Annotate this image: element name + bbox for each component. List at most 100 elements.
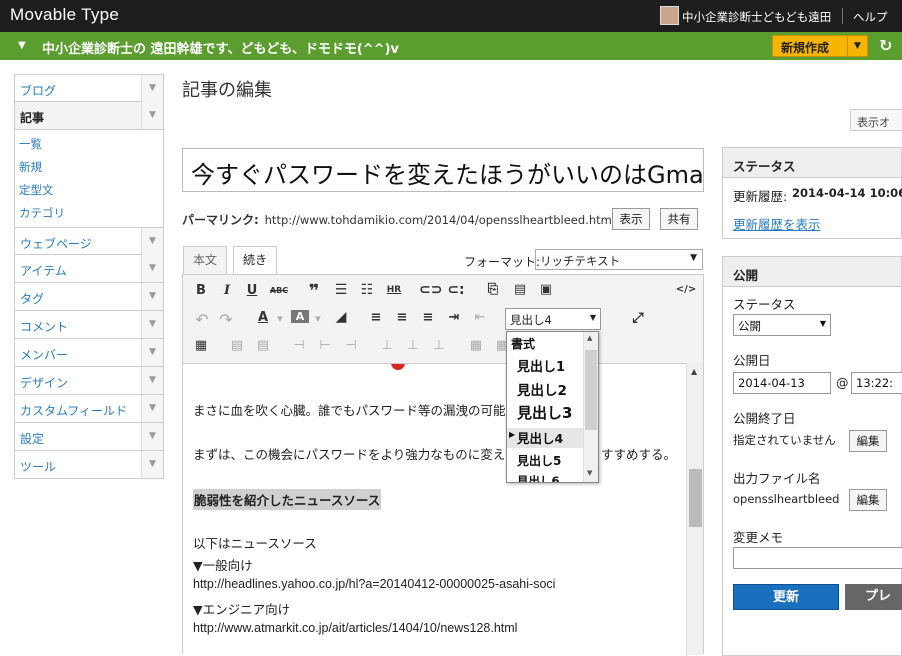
publish-date-input[interactable]: 2014-04-13	[733, 372, 831, 394]
edit-end-date-button[interactable]: 編集	[849, 430, 887, 452]
insert-page-icon[interactable]: ▤	[511, 282, 529, 297]
sidebar-item-comments[interactable]: コメント ▼	[14, 311, 164, 339]
sidebar-item-blog[interactable]: ブログ ▼	[14, 74, 164, 102]
unlink-icon[interactable]: ⊂:	[446, 282, 466, 298]
table-col-delete-icon[interactable]: ⊣	[343, 338, 359, 353]
scroll-up-icon[interactable]: ▲	[691, 367, 697, 376]
chevron-down-icon[interactable]: ▼	[141, 311, 163, 338]
italic-icon[interactable]: I	[219, 283, 235, 298]
memo-input[interactable]	[733, 547, 902, 569]
publish-status-select[interactable]: 公開 ▼	[733, 314, 831, 336]
table-cell-merge-icon[interactable]: ⊥	[405, 338, 421, 353]
table-row-above-icon[interactable]: ▤	[229, 338, 245, 353]
sidebar-item-entries[interactable]: 記事 ▼	[14, 102, 164, 130]
format-select[interactable]: リッチテキスト ▼	[535, 249, 703, 270]
table-cell-split-icon[interactable]: ⊥	[431, 338, 447, 353]
sidebar-item-webpage[interactable]: ウェブページ ▼	[14, 227, 164, 255]
new-entry-button[interactable]: 新規作成 ▼	[772, 35, 868, 57]
chevron-down-icon[interactable]: ▼	[141, 75, 163, 102]
chevron-down-icon[interactable]: ▼	[141, 255, 163, 282]
undo-icon[interactable]: ↶	[193, 310, 211, 329]
preview-button[interactable]: プレ	[845, 584, 902, 610]
content-link[interactable]: http://headlines.yahoo.co.jp/hl?a=201404…	[193, 577, 555, 591]
editor-scrollbar[interactable]: ▲	[686, 363, 703, 655]
dropdown-item-h4[interactable]: ▶ 見出し4	[507, 428, 583, 448]
source-code-icon[interactable]: </>	[675, 284, 697, 295]
blockquote-icon[interactable]: ❞	[304, 281, 324, 302]
sidebar-sub-category[interactable]: カテゴリ	[19, 202, 163, 225]
chevron-down-icon[interactable]: ▼	[141, 283, 163, 310]
insert-file-icon[interactable]: ⎘	[484, 282, 502, 297]
entry-title-input[interactable]: 今すぐパスワードを変えたほうがいいのはGma	[182, 148, 704, 192]
table-props-icon[interactable]: ▦	[468, 338, 484, 353]
publish-time-input[interactable]: 13:22:	[851, 372, 902, 394]
edit-output-file-button[interactable]: 編集	[849, 489, 887, 511]
dropdown-item-h5[interactable]: 見出し5	[507, 452, 583, 469]
sidebar-item-settings[interactable]: 設定 ▼	[14, 423, 164, 451]
scroll-up-icon[interactable]: ▲	[587, 334, 592, 342]
background-color-icon[interactable]: A	[291, 310, 309, 323]
insert-image-icon[interactable]: ▣	[537, 282, 555, 297]
redo-icon[interactable]: ↷	[217, 310, 235, 329]
chevron-down-icon[interactable]: ▼	[141, 228, 163, 255]
refresh-icon[interactable]: ↻	[879, 36, 892, 55]
dropdown-item-h1[interactable]: 見出し1	[507, 356, 583, 375]
chevron-down-icon[interactable]: ▼	[141, 339, 163, 366]
dropdown-item-h3[interactable]: 見出し3	[507, 402, 583, 423]
content-link[interactable]: http://www.atmarkit.co.jp/ait/articles/1…	[193, 621, 517, 635]
sidebar-sub-boilerplate[interactable]: 定型文	[19, 179, 163, 202]
indent-icon[interactable]: ⇥	[445, 310, 463, 325]
sidebar-item-tools[interactable]: ツール ▼	[14, 451, 164, 479]
numbered-list-icon[interactable]: ☷	[358, 282, 376, 298]
table-col-after-icon[interactable]: ⊢	[317, 338, 333, 353]
chevron-down-icon[interactable]: ▼	[275, 315, 285, 323]
table-row-delete-icon[interactable]: ⊥	[379, 338, 395, 353]
table-row-below-icon[interactable]: ▤	[255, 338, 271, 353]
help-link[interactable]: ヘルプ	[853, 9, 888, 25]
outdent-icon[interactable]: ⇤	[471, 310, 489, 325]
editor-content[interactable]: まさに血を吹く心臓。誰でもパスワード等の漏洩の可能 まずは、この機会にパスワード…	[183, 363, 686, 655]
dropdown-scroll-thumb[interactable]	[585, 350, 597, 430]
update-button[interactable]: 更新	[733, 584, 839, 610]
user-name[interactable]: 中小企業診断士どもども遠田	[682, 9, 831, 25]
app-logo[interactable]: Movable Type	[10, 5, 119, 25]
underline-icon[interactable]: U	[244, 283, 260, 298]
scroll-down-icon[interactable]: ▼	[587, 469, 592, 477]
chevron-down-icon[interactable]: ▼	[847, 36, 867, 56]
dropdown-item-h6[interactable]: 見出し6	[507, 473, 583, 482]
table-icon[interactable]: ▦	[193, 338, 209, 353]
scrollbar-thumb[interactable]	[689, 469, 702, 527]
tab-extended[interactable]: 続き	[233, 246, 277, 275]
dropdown-item-h2[interactable]: 見出し2	[507, 379, 583, 399]
align-right-icon[interactable]: ≡	[419, 310, 437, 325]
chevron-down-icon[interactable]: ▼	[141, 423, 163, 450]
align-center-icon[interactable]: ≡	[393, 310, 411, 325]
sidebar-item-custom-fields[interactable]: カスタムフィールド ▼	[14, 395, 164, 423]
share-button[interactable]: 共有	[660, 208, 698, 230]
sidebar-item-members[interactable]: メンバー ▼	[14, 339, 164, 367]
table-col-before-icon[interactable]: ⊣	[291, 338, 307, 353]
history-link[interactable]: 更新履歴を表示	[733, 214, 821, 233]
align-left-icon[interactable]: ≡	[367, 310, 385, 325]
blog-name[interactable]: 中小企業診断士の 遠田幹雄です、どもども、ドモドモ(^^)v	[42, 38, 399, 57]
sidebar-item-items[interactable]: アイテム ▼	[14, 255, 164, 283]
dropdown-scrollbar[interactable]: ▲ ▼	[583, 332, 598, 482]
chevron-down-icon[interactable]: ▼	[141, 395, 163, 422]
fullscreen-icon[interactable]: ⤢	[629, 310, 647, 326]
sidebar-item-tags[interactable]: タグ ▼	[14, 283, 164, 311]
sidebar-sub-list[interactable]: 一覧	[19, 133, 163, 156]
user-avatar[interactable]	[660, 6, 679, 25]
chevron-down-icon[interactable]: ▼	[141, 451, 163, 478]
chevron-down-icon[interactable]: ▼	[141, 367, 163, 394]
eraser-icon[interactable]: ◢	[332, 309, 350, 325]
sidebar-sub-new[interactable]: 新規	[19, 156, 163, 179]
tab-body[interactable]: 本文	[183, 246, 227, 274]
permalink-url[interactable]: http://www.tohdamikio.com/2014/04/openss…	[265, 213, 615, 227]
chevron-down-icon[interactable]: ▼	[313, 315, 323, 323]
text-color-icon[interactable]: A	[253, 310, 273, 325]
display-options-button[interactable]: 表示オ	[850, 109, 902, 131]
link-icon[interactable]: ⊂⊃	[419, 282, 442, 298]
horizontal-rule-icon[interactable]: HR	[384, 285, 404, 295]
blog-dropdown-icon[interactable]: ▼	[18, 40, 26, 51]
sidebar-item-design[interactable]: デザイン ▼	[14, 367, 164, 395]
